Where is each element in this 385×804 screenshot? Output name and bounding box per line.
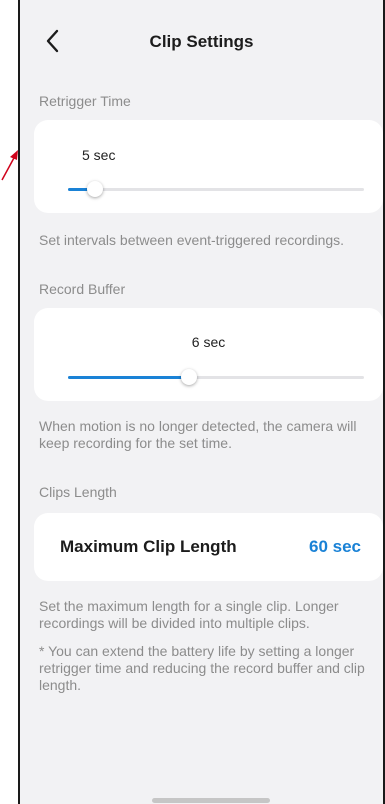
slider-fill [68,376,190,379]
retrigger-time-slider[interactable] [68,180,364,197]
retrigger-time-card: 5 sec [34,120,383,213]
home-indicator [152,798,270,803]
record-buffer-slider[interactable] [68,368,364,385]
slider-thumb[interactable] [181,368,198,385]
retrigger-time-description: Set intervals between event-triggered re… [39,232,345,248]
maximum-clip-length-row[interactable]: Maximum Clip Length 60 sec [34,513,383,581]
phone-screen: Clip Settings Retrigger Time 5 sec Set i… [18,0,385,804]
slider-thumb[interactable] [86,180,103,197]
section-label-record-buffer: Record Buffer [39,281,126,297]
battery-note: * You can extend the battery life by set… [39,643,365,693]
retrigger-time-value: 5 sec [82,147,116,163]
maximum-clip-length-value: 60 sec [309,537,361,556]
record-buffer-value: 6 sec [191,334,226,350]
header: Clip Settings [20,18,383,64]
annotation-arrow-icon [1,150,18,181]
page-title: Clip Settings [149,32,254,51]
clips-length-description: Set the maximum length for a single clip… [39,598,339,631]
section-label-clips-length: Clips Length [39,484,117,500]
record-buffer-card: 6 sec [34,308,383,401]
maximum-clip-length-label: Maximum Clip Length [60,537,237,556]
record-buffer-description: When motion is no longer detected, the c… [39,418,357,451]
section-label-retrigger-time: Retrigger Time [39,93,131,109]
